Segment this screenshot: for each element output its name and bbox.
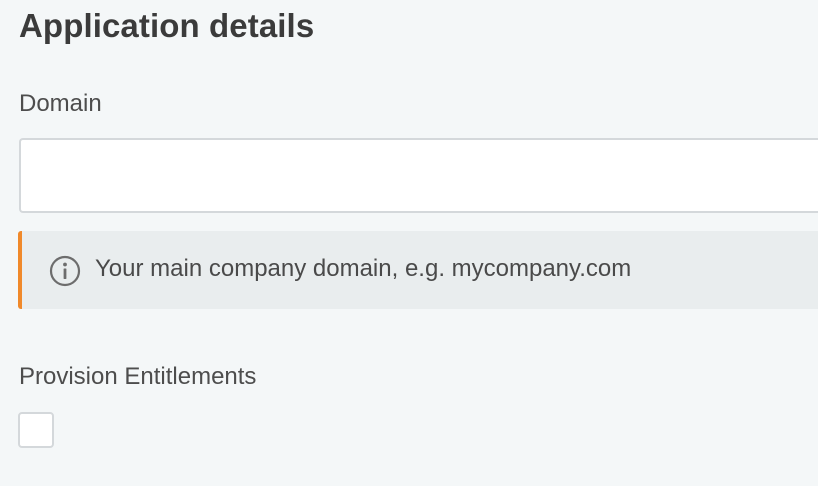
domain-input[interactable] [19, 138, 818, 213]
domain-label: Domain [19, 90, 102, 117]
info-icon [49, 255, 81, 287]
provision-entitlements-checkbox[interactable] [18, 412, 54, 448]
provision-entitlements-label: Provision Entitlements [19, 363, 257, 390]
domain-help-box: Your main company domain, e.g. mycompany… [18, 231, 818, 309]
domain-help-text: Your main company domain, e.g. mycompany… [95, 255, 632, 282]
section-title: Application details [19, 7, 315, 44]
